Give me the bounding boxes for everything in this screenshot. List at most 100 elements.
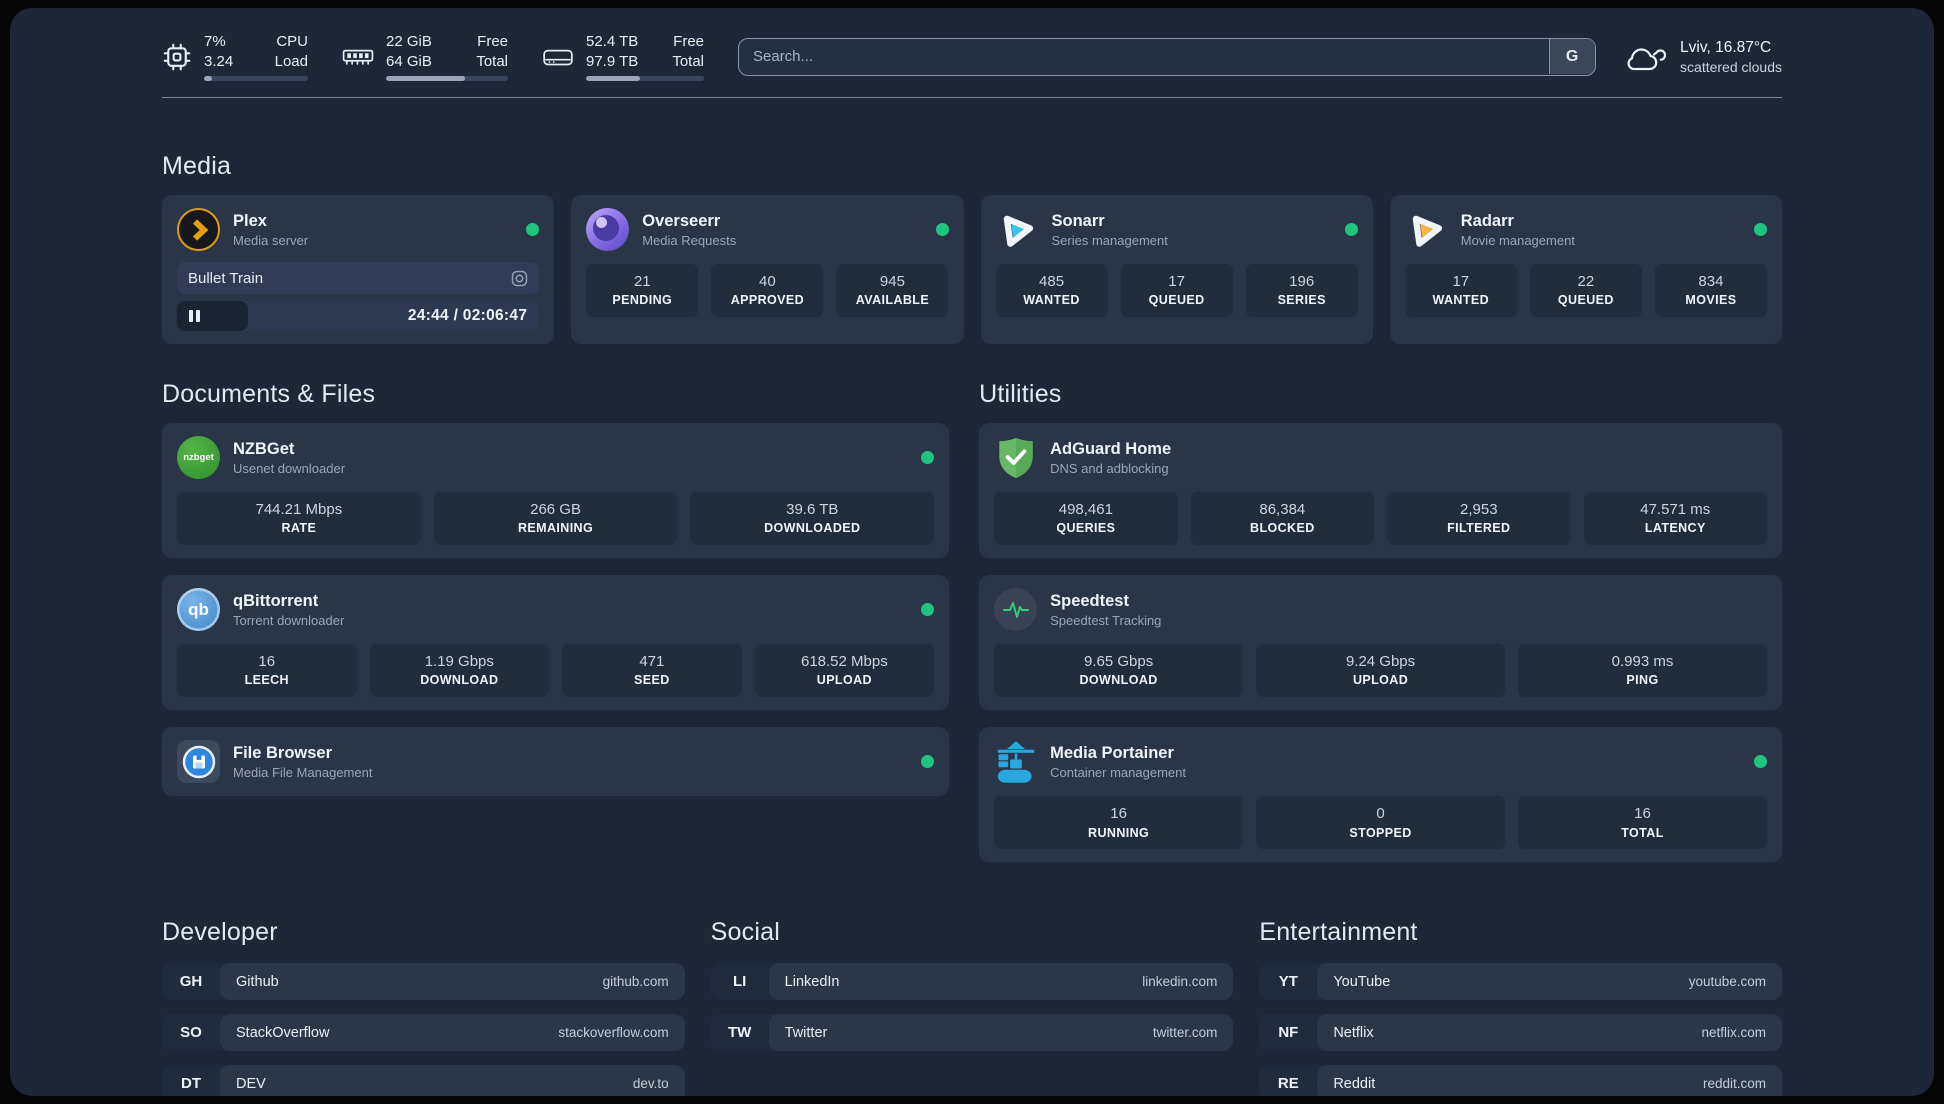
disk-free: 52.4 TB (586, 33, 639, 50)
now-playing-bar: Bullet Train (177, 262, 540, 294)
bookmark-abbr: SO (180, 1024, 202, 1042)
bookmark-netflix[interactable]: NF Netflix netflix.com (1259, 1014, 1782, 1052)
bookmark-github[interactable]: GH Github github.com (162, 963, 685, 1001)
bookmark-twitter[interactable]: TW Twitter twitter.com (710, 1014, 1234, 1052)
bookmark-youtube[interactable]: YT YouTube youtube.com (1259, 963, 1782, 1001)
overseerr-card[interactable]: Overseerr Media Requests 21 PENDING 40 APP… (571, 195, 964, 344)
system-stats: 7% 3.24 CPU Load 22 GiB 64 GiB Free Tota… (162, 32, 704, 81)
bookmark-reddit[interactable]: RE Reddit reddit.com (1259, 1065, 1782, 1096)
plex-title: Plex (233, 212, 267, 231)
stat-tile: 471 SEED (562, 644, 742, 698)
bookmark-url: reddit.com (1702, 1076, 1766, 1092)
bookmark-abbr: NF (1278, 1024, 1299, 1042)
portainer-card[interactable]: Media Portainer Container management 16 R… (979, 727, 1782, 863)
session-info-icon[interactable] (511, 270, 528, 287)
cpu-icon (162, 42, 192, 72)
cpu-percent: 7% (204, 33, 226, 50)
overseerr-subtitle: Media Requests (642, 232, 737, 248)
cpu-loadavg: 3.24 (204, 52, 234, 70)
playback-progress-bar[interactable]: 24:44 / 02:06:47 (177, 301, 540, 331)
bookmark-url: stackoverflow.com (558, 1025, 669, 1041)
cloud-icon (1624, 41, 1667, 73)
memory-stat: 22 GiB 64 GiB Free Total (342, 32, 508, 81)
stat-tile: 945 AVAILABLE (836, 264, 949, 318)
developer-heading: Developer (162, 918, 278, 947)
radarr-title: Radarr (1460, 212, 1514, 231)
plex-card[interactable]: Plex Media server Bullet Train 24:44 / 0… (162, 195, 555, 344)
overseerr-icon (586, 208, 630, 251)
memory-label2: Total (476, 52, 508, 70)
media-card-row: Plex Media server Bullet Train 24:44 / 0… (162, 195, 1782, 344)
playback-progress-fill (177, 301, 248, 331)
memory-total: 64 GiB (386, 52, 432, 70)
developer-section: Developer GH Github github.com SO StackO… (162, 918, 685, 1096)
stat-tile: 86,384 BLOCKED (1190, 492, 1375, 546)
speedtest-card[interactable]: Speedtest Speedtest Tracking 9.65 Gbps DO… (979, 575, 1782, 711)
nzbget-card[interactable]: nzbget NZBGet Usenet downloader 744.21 M… (162, 423, 950, 559)
disk-total: 97.9 TB (586, 52, 639, 70)
bookmark-abbr: TW (727, 1024, 752, 1042)
radarr-card[interactable]: Radarr Movie management 17 WANTED 22 QUEUE… (1389, 195, 1782, 344)
sonarr-status-dot (1344, 223, 1358, 236)
cpu-label2: Load (274, 52, 308, 70)
memory-usage-bar (386, 76, 508, 81)
bookmark-stackoverflow[interactable]: SO StackOverflow stackoverflow.com (162, 1014, 685, 1052)
bookmark-url: linkedin.com (1142, 974, 1218, 990)
bookmark-url: youtube.com (1688, 974, 1766, 990)
stat-tile: 21 PENDING (586, 264, 699, 318)
pause-button[interactable] (189, 310, 200, 322)
search-provider-button[interactable]: G (1548, 39, 1595, 74)
stat-tile: 744.21 Mbps RATE (177, 492, 421, 546)
stat-tile: 0 STOPPED (1256, 796, 1506, 850)
qbittorrent-card[interactable]: qb qBittorrent Torrent downloader 16 LEEC… (162, 575, 950, 711)
bookmark-url: twitter.com (1152, 1025, 1218, 1041)
bookmark-name: Reddit (1333, 1075, 1376, 1092)
stat-tile: 9.24 Gbps UPLOAD (1256, 644, 1506, 698)
stat-tile: 0.993 ms PING (1518, 644, 1767, 698)
topbar: 7% 3.24 CPU Load 22 GiB 64 GiB Free Tota… (162, 32, 1782, 81)
stat-tile: 16 LEECH (177, 644, 357, 698)
stat-tile: 39.6 TB DOWNLOADED (690, 492, 935, 546)
qbittorrent-title: qBittorrent (233, 592, 319, 611)
bookmark-abbr: DT (181, 1075, 201, 1093)
bookmark-name: YouTube (1333, 973, 1391, 990)
bookmark-dev[interactable]: DT DEV dev.to (162, 1065, 685, 1096)
stat-tile: 16 RUNNING (994, 796, 1244, 850)
bookmark-name: Netflix (1333, 1024, 1374, 1041)
search-input[interactable] (738, 37, 1597, 76)
cpu-usage-bar (204, 76, 308, 81)
cpu-stat: 7% 3.24 CPU Load (162, 32, 308, 81)
disk-label2: Total (672, 52, 704, 70)
plex-subtitle: Media server (233, 232, 309, 248)
qbittorrent-status-dot (921, 603, 935, 617)
bookmark-linkedin[interactable]: LI LinkedIn linkedin.com (710, 963, 1234, 1001)
stat-tile: 9.65 Gbps DOWNLOAD (994, 644, 1244, 698)
adguard-card[interactable]: AdGuard Home DNS and adblocking 498,461 Q… (979, 423, 1782, 559)
sonarr-subtitle: Series management (1051, 232, 1168, 248)
playback-time: 24:44 / 02:06:47 (407, 307, 528, 324)
sonarr-icon (996, 208, 1039, 251)
sonarr-card[interactable]: Sonarr Series management 485 WANTED 17 QUE… (980, 195, 1373, 344)
speedtest-subtitle: Speedtest Tracking (1050, 612, 1162, 628)
cpu-label: CPU (276, 33, 308, 50)
filebrowser-card[interactable]: File Browser Media File Management (162, 727, 950, 797)
speedtest-icon (994, 588, 1038, 632)
filebrowser-icon (177, 740, 220, 784)
bookmark-abbr: YT (1278, 973, 1298, 991)
weather-location: Lviv, 16.87°C (1680, 38, 1772, 56)
utilities-column: Utilities AdGuard Home DNS and adblockin… (979, 380, 1782, 863)
adguard-title: AdGuard Home (1050, 440, 1172, 459)
bookmark-abbr: GH (179, 973, 203, 991)
search: G (738, 37, 1597, 76)
speedtest-title: Speedtest (1050, 592, 1129, 611)
memory-free: 22 GiB (386, 33, 432, 50)
stat-tile: 266 GB REMAINING (433, 492, 678, 546)
bookmark-name: Github (236, 973, 279, 990)
portainer-status-dot (1754, 755, 1767, 769)
social-heading: Social (710, 918, 780, 947)
adguard-icon (994, 436, 1037, 479)
entertainment-heading: Entertainment (1259, 918, 1418, 947)
filebrowser-title: File Browser (233, 744, 333, 763)
weather-condition: scattered clouds (1680, 58, 1782, 75)
nzbget-status-dot (921, 451, 935, 464)
